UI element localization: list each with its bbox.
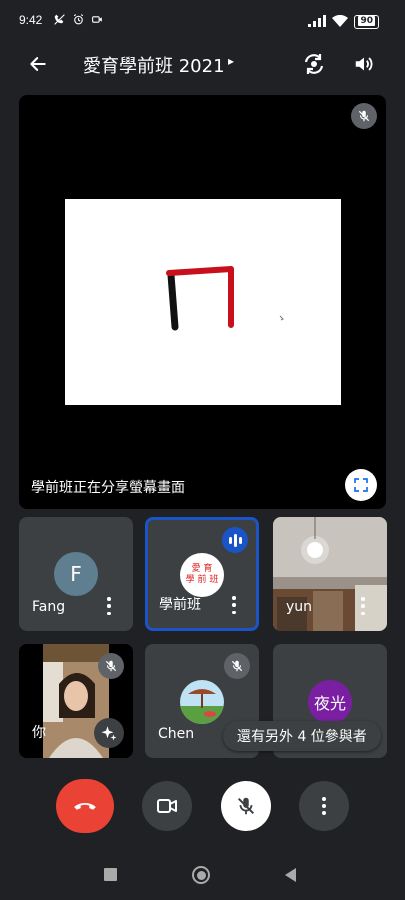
end-call-icon (74, 803, 96, 810)
wifi-icon (332, 12, 349, 31)
participant-name: 你 (32, 725, 46, 741)
participant-tile[interactable]: F Fang (19, 517, 133, 631)
mic-off-icon (98, 653, 124, 679)
status-left-icons (52, 12, 104, 26)
more-options-icon[interactable] (229, 596, 239, 614)
participant-name: Chen (158, 726, 195, 742)
call-muted-icon (52, 12, 66, 26)
speaker-button[interactable] (350, 50, 378, 78)
back-nav-button[interactable] (285, 868, 296, 882)
meeting-title[interactable]: 愛育學前班 2021 (83, 52, 225, 78)
avatar: 夜光 (308, 680, 352, 724)
share-caption: 學前班正在分享螢幕畫面 (31, 480, 185, 496)
speaking-indicator-icon (222, 527, 248, 553)
shared-screen-content (65, 199, 341, 405)
back-button[interactable] (24, 50, 52, 78)
camera-toggle-button[interactable] (142, 781, 192, 831)
screen-share-tile[interactable]: 學前班正在分享螢幕畫面 (19, 95, 386, 509)
avatar: F (54, 552, 98, 596)
switch-camera-button[interactable] (300, 50, 328, 78)
status-time: 9:42 (19, 13, 43, 27)
home-button[interactable] (192, 866, 210, 884)
avatar: 愛 育 學 前 班 (180, 553, 224, 597)
switch-camera-icon (304, 54, 324, 74)
more-vert-icon (322, 797, 326, 815)
alarm-icon (71, 12, 85, 26)
mic-off-icon (224, 653, 250, 679)
end-call-button[interactable] (56, 779, 114, 833)
more-participants-badge[interactable]: 還有另外 4 位參與者 (223, 721, 381, 751)
status-bar: 9:42 90 (0, 0, 405, 40)
effects-button[interactable] (94, 718, 124, 748)
fullscreen-icon (354, 478, 368, 492)
video-call-icon (90, 12, 104, 26)
chevron-right-icon[interactable]: ▸ (228, 54, 234, 68)
participant-tile[interactable]: yun (273, 517, 387, 631)
back-arrow-icon (30, 57, 46, 71)
participant-tile-self[interactable]: 你 (19, 644, 133, 758)
system-nav-bar (0, 850, 405, 900)
participant-tile-active[interactable]: 愛 育 學 前 班 學前班 (145, 517, 259, 631)
battery-icon: 90 (354, 14, 379, 29)
drawing-canvas (166, 266, 284, 331)
video-camera-icon (157, 799, 177, 813)
more-options-button[interactable] (299, 781, 349, 831)
avatar (180, 680, 224, 724)
sparkle-icon (101, 726, 117, 741)
mic-off-icon (237, 797, 255, 815)
mic-toggle-button[interactable] (221, 781, 271, 831)
meeting-header: 愛育學前班 2021 ▸ (0, 40, 405, 90)
recents-button[interactable] (104, 868, 117, 881)
more-options-icon[interactable] (104, 597, 114, 615)
participant-name: 學前班 (159, 597, 201, 613)
volume-icon (355, 57, 373, 71)
participant-name: yun (286, 599, 313, 615)
fullscreen-button[interactable] (345, 469, 377, 501)
mic-off-icon (351, 103, 377, 129)
signal-icon (308, 12, 327, 31)
participant-name: Fang (32, 599, 66, 615)
more-options-icon[interactable] (358, 597, 368, 615)
status-right-icons: 90 (308, 12, 379, 31)
